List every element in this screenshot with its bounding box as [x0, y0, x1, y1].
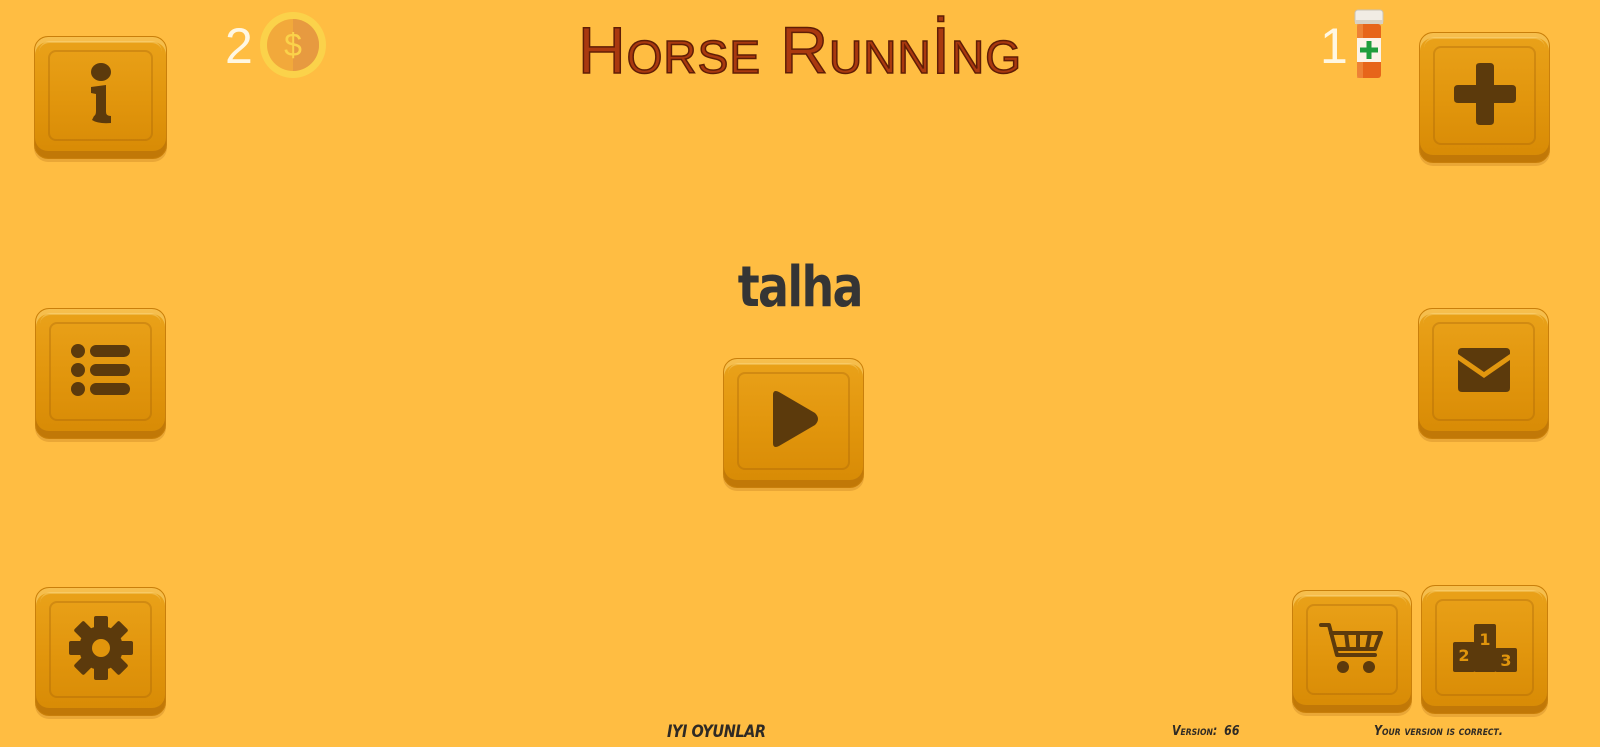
medicine-bottle-icon [1354, 9, 1384, 78]
envelope-icon [1457, 347, 1510, 392]
leaderboard-button[interactable]: 2 1 3 [1421, 585, 1548, 714]
health-item-count: 1 [1320, 18, 1348, 74]
podium-first-digit: 1 [1479, 630, 1490, 649]
cart-icon [1319, 622, 1383, 673]
podium-icon: 2 1 3 [1452, 623, 1517, 672]
podium-second-digit: 2 [1458, 646, 1469, 665]
mail-button[interactable] [1418, 308, 1549, 439]
shop-button[interactable] [1292, 590, 1412, 713]
info-button[interactable] [34, 36, 167, 159]
list-icon [70, 343, 130, 396]
plus-icon [1453, 62, 1516, 125]
play-icon [772, 391, 818, 448]
settings-button[interactable] [35, 587, 166, 716]
list-button[interactable] [35, 308, 166, 439]
player-name: talha [737, 255, 864, 320]
version-number: 66 [1224, 724, 1240, 739]
info-icon [90, 62, 111, 124]
version-status: Your version is correct. [1374, 724, 1503, 739]
podium-third-digit: 3 [1500, 651, 1511, 670]
play-button[interactable] [723, 358, 864, 488]
version-info: Version: 66 [1172, 722, 1240, 742]
add-button[interactable] [1419, 32, 1550, 163]
gear-icon [68, 615, 133, 680]
studio-name: IYI OYUNLAR [667, 722, 766, 742]
version-label: Version: [1172, 724, 1218, 739]
